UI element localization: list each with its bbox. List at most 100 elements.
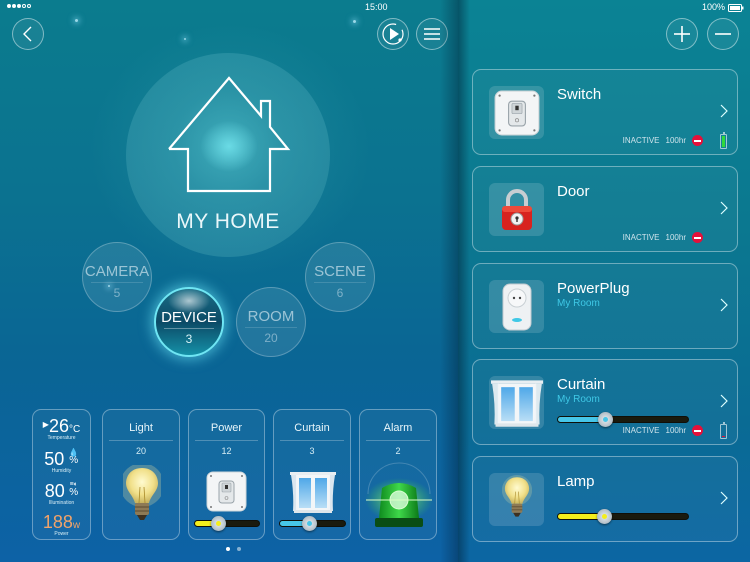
environment-summary-tile[interactable]: ▶26°C Temperature 50 💧 % Humidity 80 ≡◐ … — [32, 409, 91, 540]
device-room: My Room — [557, 394, 600, 405]
plus-icon — [674, 26, 690, 42]
page-dot[interactable] — [226, 547, 230, 551]
slider-knob[interactable] — [211, 516, 227, 531]
status-time: 15:00 — [365, 2, 388, 12]
nav-device[interactable]: DEVICE 3 — [154, 287, 224, 357]
light-bulb-icon — [501, 474, 532, 517]
nav-device-count: 3 — [185, 332, 193, 346]
red-padlock-icon — [501, 188, 532, 230]
divider — [314, 282, 366, 283]
battery-level — [722, 136, 725, 147]
nav-device-label: DEVICE — [161, 309, 217, 326]
device-card-lamp[interactable]: Lamp — [472, 456, 738, 542]
category-tile-alarm[interactable]: Alarm 2 — [359, 409, 437, 540]
slider-knob-center — [307, 521, 313, 526]
chevron-right-icon[interactable] — [719, 297, 729, 313]
chevron-right-icon[interactable] — [719, 103, 729, 119]
background-star — [184, 38, 186, 40]
device-card-door[interactable]: Door INACTIVE 100hr — [472, 166, 738, 252]
category-tile-curtain[interactable]: Curtain 3 — [273, 409, 351, 540]
device-card-powerplug[interactable]: PowerPlug My Room — [472, 263, 738, 349]
page-indicator — [226, 547, 241, 551]
slider-knob[interactable] — [302, 516, 318, 531]
divider — [195, 440, 258, 441]
nav-camera-count: 5 — [113, 286, 121, 300]
curtain-position-slider[interactable] — [279, 516, 346, 531]
humidity-caption: Humidity — [51, 468, 72, 474]
menu-button[interactable] — [416, 18, 448, 50]
device-status: INACTIVE 100hr — [623, 232, 703, 243]
nav-camera[interactable]: CAMERA 5 — [82, 242, 152, 312]
inactive-indicator-icon — [692, 135, 703, 146]
slider-knob-center — [602, 417, 608, 422]
chevron-right-icon[interactable] — [719, 200, 729, 216]
power-value: 188 — [42, 512, 73, 532]
green-siren-icon — [365, 462, 433, 527]
device-state: INACTIVE — [622, 136, 660, 145]
temperature-value: 26 — [48, 416, 69, 436]
play-schedule-button[interactable] — [377, 18, 409, 50]
device-name: Curtain — [557, 376, 606, 393]
tile-count: 2 — [395, 446, 401, 456]
signal-dot — [7, 4, 11, 8]
power-readout: 188w Power — [33, 512, 90, 537]
inactive-indicator-icon — [692, 425, 703, 436]
chevron-left-icon — [23, 26, 32, 42]
power-level-slider[interactable] — [194, 516, 260, 531]
slider-knob[interactable] — [596, 509, 612, 524]
divider — [164, 328, 214, 329]
battery-level — [722, 435, 725, 437]
nav-room[interactable]: ROOM 20 — [236, 287, 306, 357]
my-home-button[interactable]: MY HOME — [126, 53, 330, 257]
lamp-brightness-slider[interactable] — [557, 509, 689, 524]
divider — [109, 440, 173, 441]
humidity-value: 50 — [44, 449, 65, 469]
remove-device-button[interactable] — [707, 18, 739, 50]
power-unit: w — [72, 520, 81, 531]
nav-scene-label: SCENE — [314, 263, 366, 280]
slider-knob-center — [216, 521, 222, 526]
nav-room-count: 20 — [264, 331, 278, 345]
power-plug-icon — [502, 283, 531, 330]
background-star — [353, 20, 356, 23]
device-icon-box — [489, 86, 544, 139]
illumination-unit: % — [69, 487, 79, 498]
tile-title: Curtain — [294, 422, 330, 434]
temperature-unit: °C — [68, 424, 81, 435]
category-tile-power[interactable]: Power 12 — [188, 409, 265, 540]
tile-count: 12 — [221, 446, 232, 456]
slider-knob[interactable] — [597, 412, 613, 427]
device-name: Door — [557, 183, 590, 200]
chevron-right-icon[interactable] — [719, 393, 729, 409]
page-dot[interactable] — [237, 547, 241, 551]
device-state: INACTIVE — [622, 233, 660, 242]
device-card-switch[interactable]: Switch INACTIVE 100hr — [472, 69, 738, 155]
tile-title: Power — [210, 422, 243, 434]
house-outline-icon — [168, 76, 291, 193]
temperature-readout: ▶26°C Temperature — [33, 416, 90, 441]
add-device-button[interactable] — [666, 18, 698, 50]
signal-dot — [12, 4, 16, 8]
chevron-right-icon[interactable] — [719, 490, 729, 506]
play-schedule-icon — [382, 23, 404, 45]
divider — [245, 327, 297, 328]
back-button[interactable] — [12, 18, 44, 50]
device-battery-icon — [720, 132, 727, 149]
device-status: INACTIVE 100hr — [623, 135, 703, 146]
device-name: Switch — [557, 86, 602, 103]
device-card-curtain[interactable]: Curtain My Room INACTIVE 100hr — [472, 359, 738, 445]
category-tile-light[interactable]: Light 20 — [102, 409, 180, 540]
tile-count: 3 — [309, 446, 315, 456]
battery-icon — [728, 4, 744, 12]
illumination-caption: Illumination — [48, 500, 75, 506]
tile-count: 20 — [135, 446, 146, 456]
nav-scene[interactable]: SCENE 6 — [305, 242, 375, 312]
curtain-position-slider[interactable] — [557, 412, 689, 427]
humidity-readout: 50 💧 % Humidity — [33, 449, 90, 475]
device-status: INACTIVE 100hr — [623, 425, 703, 436]
nav-room-label: ROOM — [247, 308, 295, 325]
window-curtain-icon — [490, 379, 543, 427]
background-star — [75, 19, 78, 22]
divider — [366, 440, 430, 441]
battery-percentage: 100% — [702, 2, 726, 12]
